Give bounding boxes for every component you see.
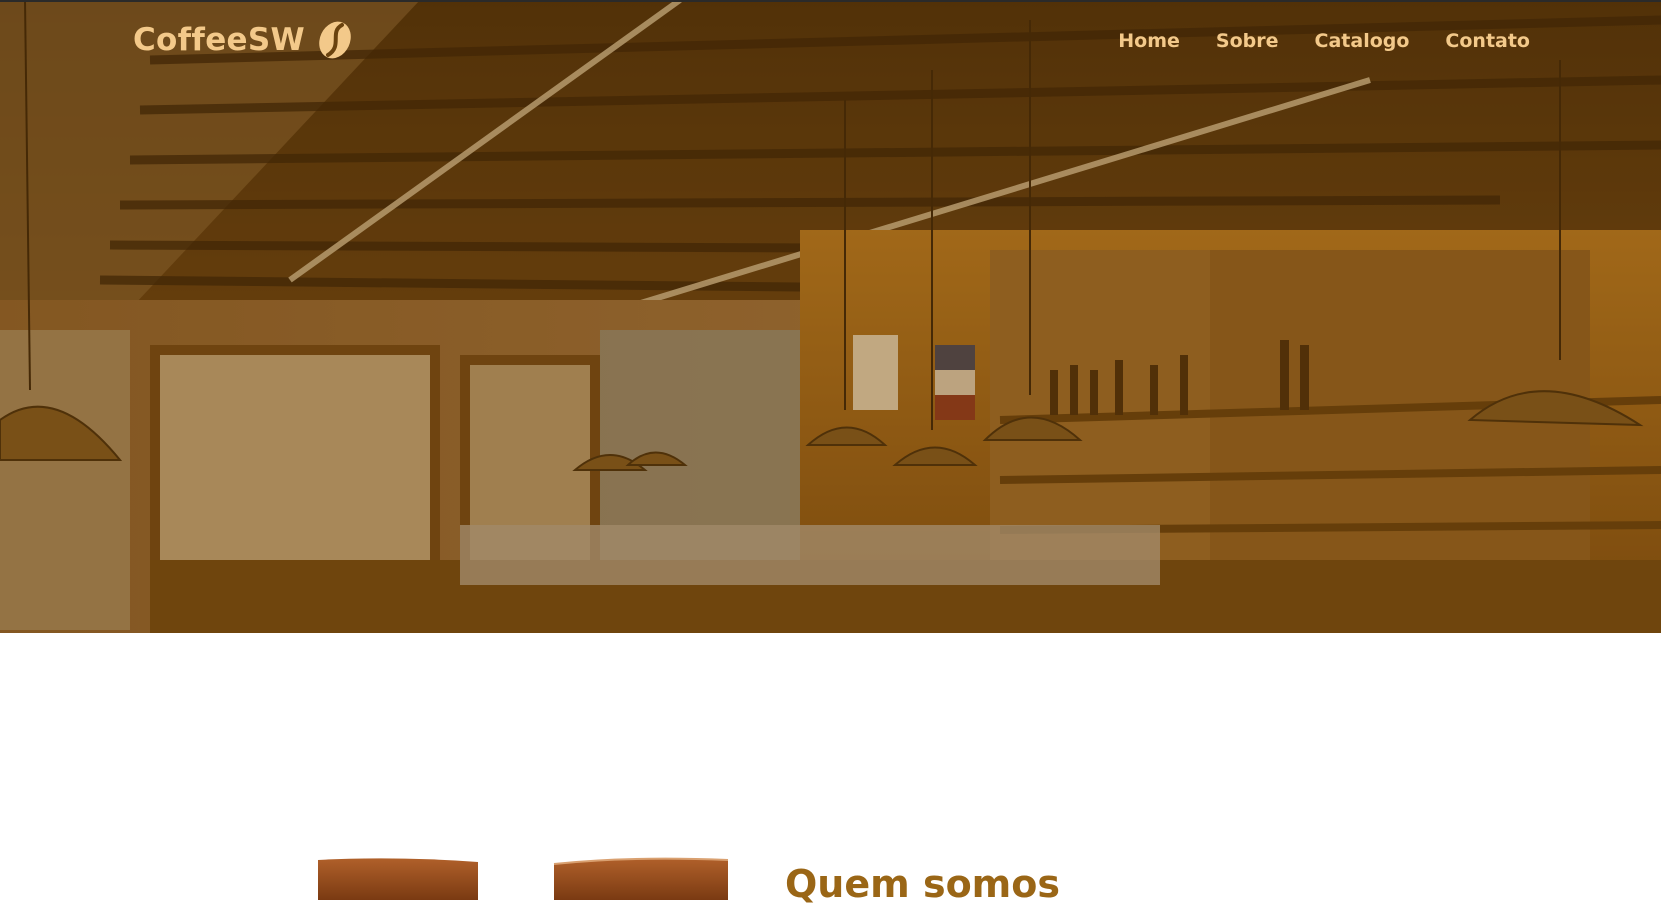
about-product-image (318, 857, 729, 900)
nav-contato[interactable]: Contato (1445, 30, 1530, 52)
brand-name: CoffeeSW (133, 22, 305, 58)
about-title: Quem somos (785, 862, 1060, 906)
coffee-bean-icon (319, 21, 351, 59)
hero-banner: CoffeeSW Home Sobre Catalogo Contato (0, 0, 1661, 633)
main-nav: Home Sobre Catalogo Contato (1118, 30, 1530, 52)
hero-overlay (0, 0, 1661, 633)
nav-catalogo[interactable]: Catalogo (1315, 30, 1410, 52)
nav-sobre[interactable]: Sobre (1216, 30, 1279, 52)
brand-logo[interactable]: CoffeeSW (133, 18, 355, 62)
nav-home[interactable]: Home (1118, 30, 1180, 52)
top-border (0, 0, 1661, 2)
